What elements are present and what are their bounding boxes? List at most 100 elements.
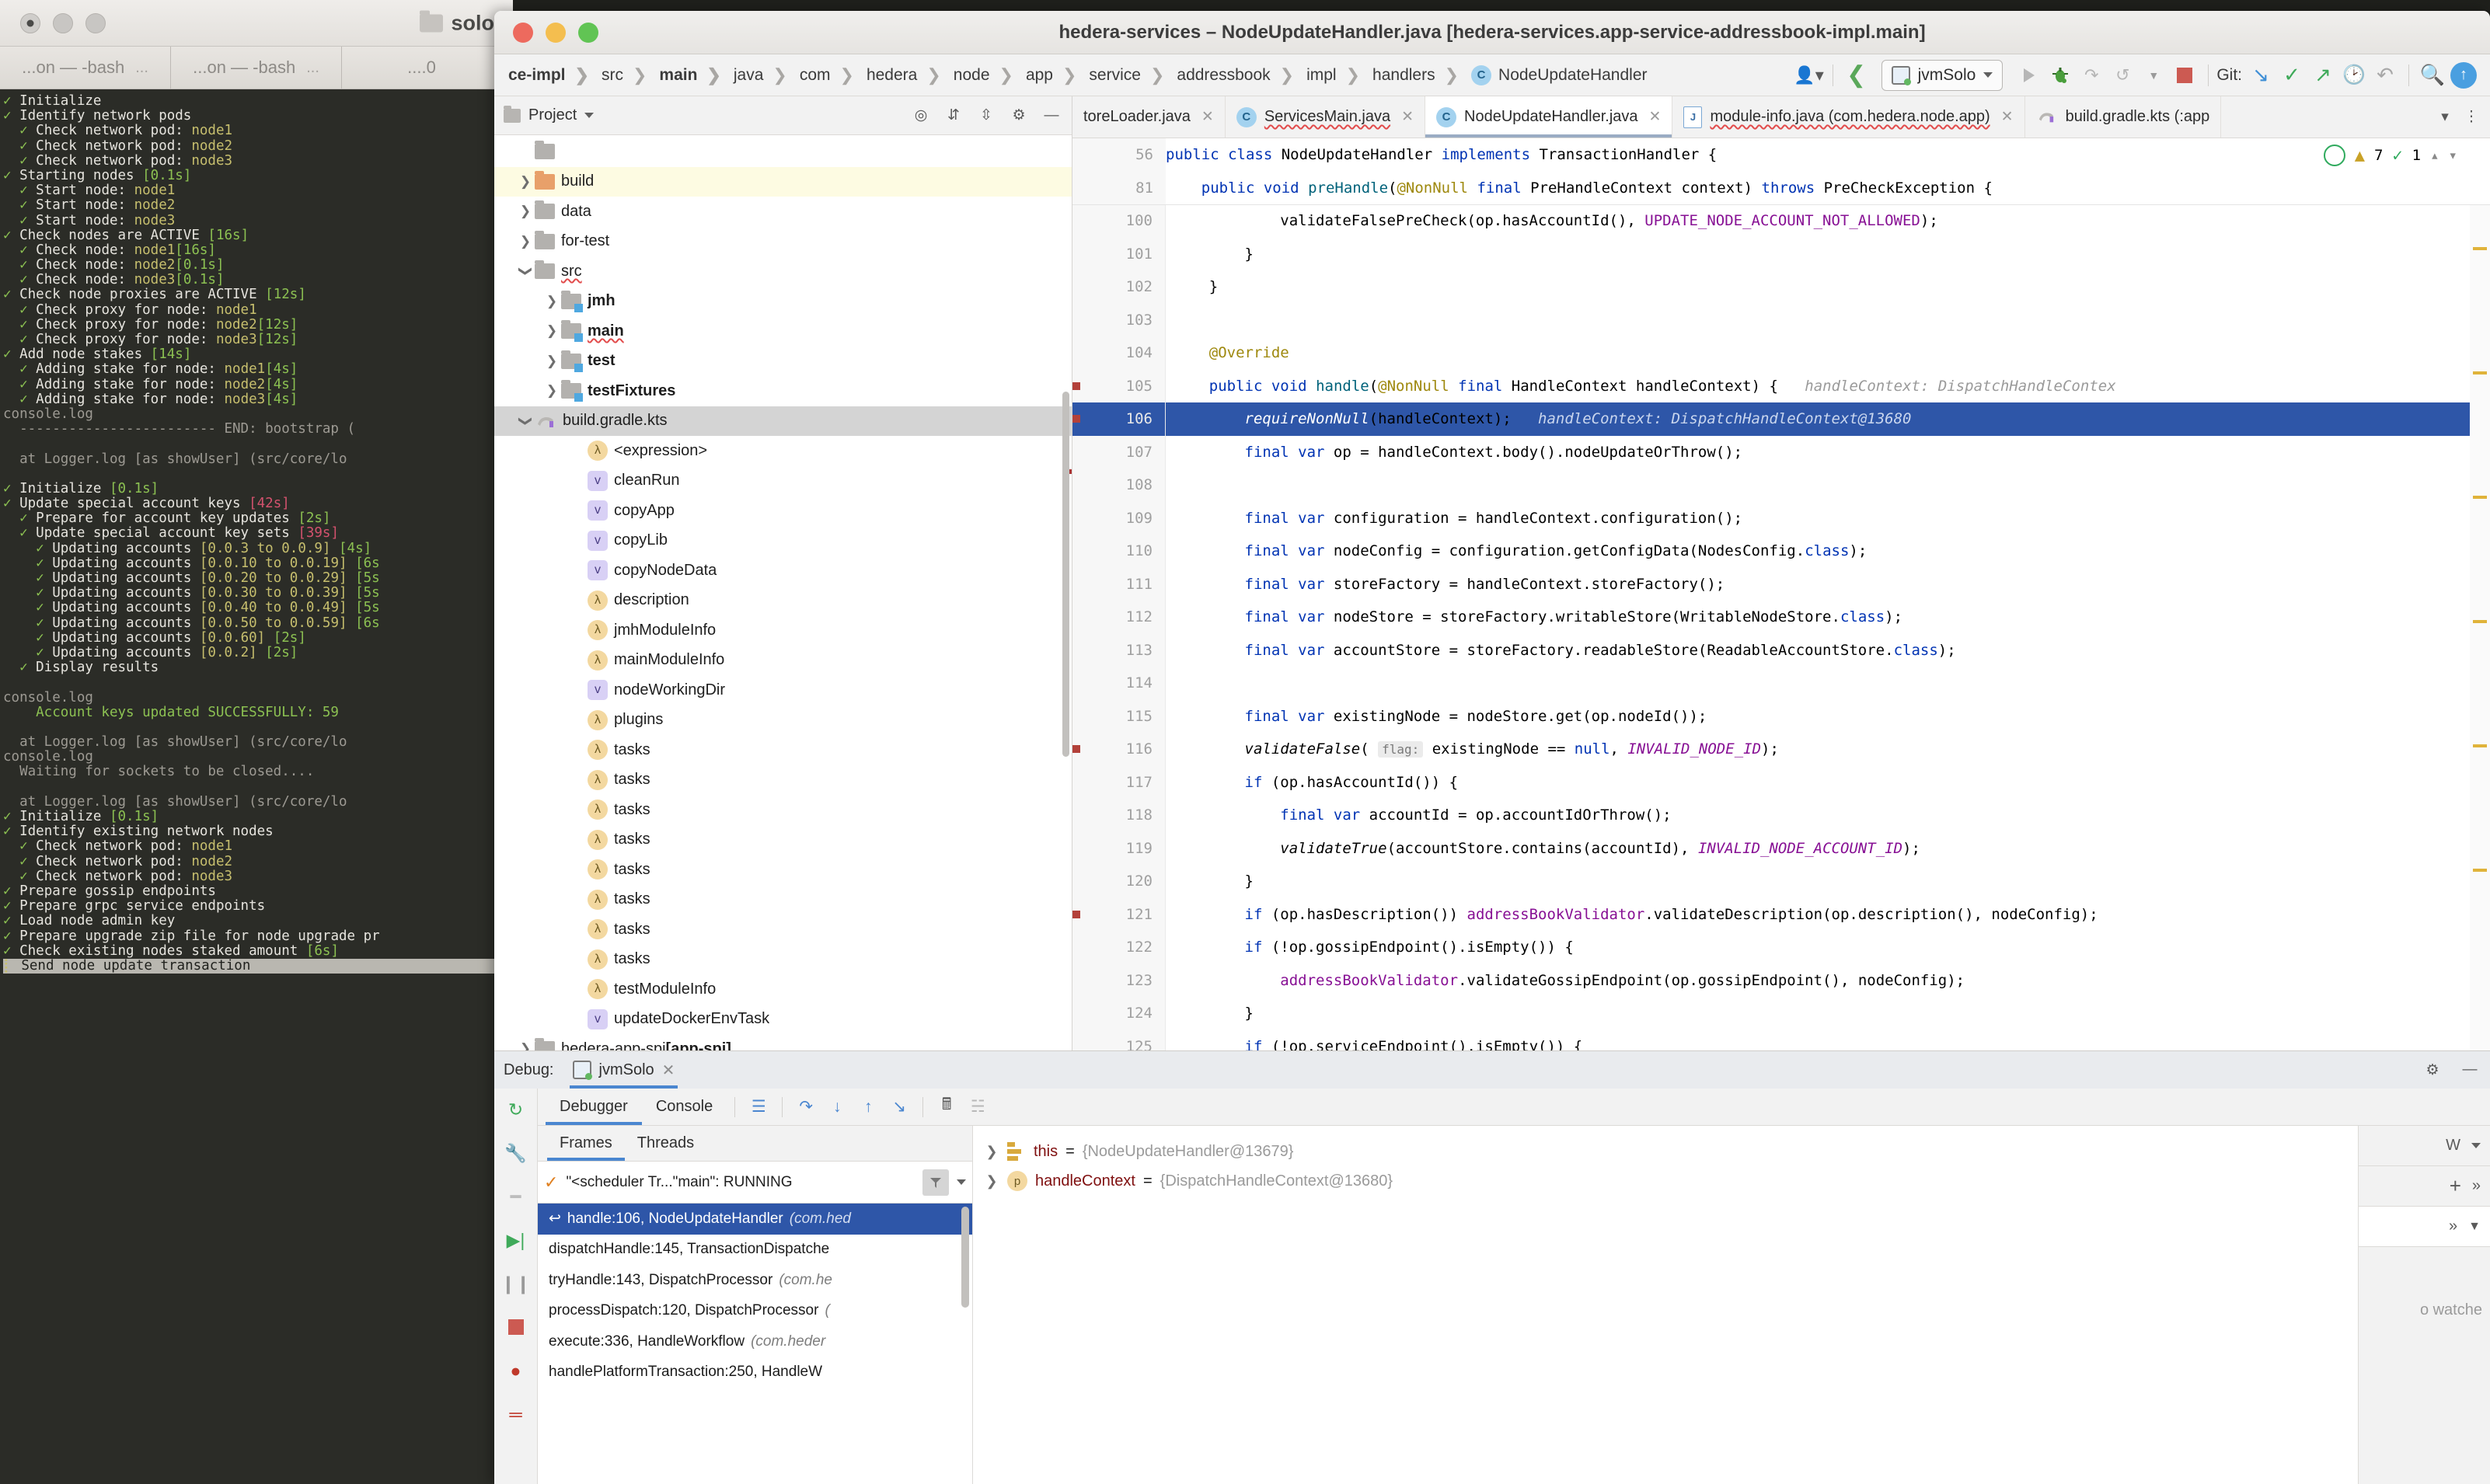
terminal-maximize-button[interactable] [85, 13, 106, 33]
stack-frame[interactable]: tryHandle:143, DispatchProcessor (com.he [538, 1265, 972, 1296]
editor-tab-toreLoader.java[interactable]: toreLoader.java✕ [1072, 96, 1226, 138]
call-stack-frames[interactable]: ↩handle:106, NodeUpdateHandler (com.hedd… [538, 1204, 972, 1484]
chevron-down-icon[interactable]: ❯ [518, 262, 533, 280]
terminal-tab-menu-icon[interactable]: ... [135, 59, 148, 77]
step-out-icon[interactable]: ↑ [853, 1093, 884, 1121]
settings-wrench-icon[interactable]: 🔧 [503, 1140, 529, 1166]
chevron-right-icon[interactable]: ❯ [516, 174, 535, 190]
tree-item-tasks[interactable]: λtasks [494, 735, 1072, 765]
line-number[interactable]: 110 [1072, 535, 1165, 568]
breadcrumb-item-com[interactable]: com❯ [793, 65, 860, 85]
step-over-icon[interactable]: ↷ [790, 1093, 821, 1121]
tree-item-src[interactable]: ❯src [494, 256, 1072, 287]
code-line[interactable] [1166, 667, 2490, 700]
chevron-right-icon[interactable]: ❯ [542, 383, 561, 399]
close-icon[interactable]: ✕ [1649, 108, 1662, 126]
close-icon[interactable]: ✕ [2001, 108, 2014, 126]
debug-session-tab[interactable]: jvmSolo ✕ [563, 1051, 685, 1089]
add-watch-icon[interactable]: + [2450, 1174, 2461, 1198]
tree-item-tasks[interactable]: λtasks [494, 765, 1072, 796]
line-number[interactable]: 111 [1072, 568, 1165, 601]
tree-item-plugins[interactable]: λplugins [494, 705, 1072, 736]
tree-item-testFixtures[interactable]: ❯testFixtures [494, 376, 1072, 406]
breadcrumb-current-class[interactable]: C NodeUpdateHandler [1465, 65, 1653, 85]
line-number[interactable]: 116 [1072, 733, 1165, 766]
run-icon[interactable] [2014, 60, 2045, 91]
line-number[interactable]: 115 [1072, 700, 1165, 733]
tree-item-main[interactable]: ❯main [494, 316, 1072, 347]
debug-actions-sidebar[interactable]: ↻ 🔧 ━ ▶| ❙❙ ● ═ [494, 1089, 538, 1484]
breadcrumb-item-handlers[interactable]: handlers❯ [1366, 65, 1465, 85]
tree-item--expression-[interactable]: λ<expression> [494, 436, 1072, 466]
chevron-right-icon[interactable]: ❯ [516, 234, 535, 249]
project-tree[interactable]: ❯build❯data❯for-test❯src❯jmh❯main❯test❯t… [494, 135, 1072, 1094]
stack-frame[interactable]: execute:336, HandleWorkflow (com.heder [538, 1326, 972, 1357]
tab-frames[interactable]: Frames [547, 1126, 625, 1161]
terminal-tab-bar[interactable]: ...on — -bash......on — -bash.......0 [0, 47, 513, 89]
thread-selector[interactable]: ✓ "<scheduler Tr..."main": RUNNING [538, 1162, 972, 1204]
tree-item-mainModuleInfo[interactable]: λmainModuleInfo [494, 646, 1072, 676]
line-number[interactable]: 106 [1072, 402, 1165, 436]
stop-icon[interactable] [503, 1314, 529, 1340]
tree-item-tasks[interactable]: λtasks [494, 795, 1072, 825]
chevron-down-icon[interactable]: ▾ [2449, 147, 2457, 164]
breadcrumb-item-hedera[interactable]: hedera❯ [860, 65, 947, 85]
line-number[interactable]: 124 [1072, 997, 1165, 1030]
inspection-widget[interactable]: ▲ 7 ✓ 1 ▴ ▾ [2324, 145, 2457, 166]
updates-icon[interactable]: ↑ [2448, 60, 2479, 91]
code-line[interactable]: public void handle(@NonNull final Handle… [1166, 370, 2490, 403]
line-number[interactable]: 118 [1072, 799, 1165, 832]
line-number[interactable]: 102 [1072, 270, 1165, 304]
run-to-cursor-icon[interactable]: ↘ [884, 1093, 915, 1121]
search-icon[interactable]: 🔍 [2417, 60, 2448, 91]
back-arrow-icon[interactable]: ❮ [1841, 60, 1872, 91]
code-line[interactable]: validateTrue(accountStore.contains(accou… [1166, 832, 2490, 866]
line-number[interactable]: 108 [1072, 469, 1165, 502]
tree-item-copyLib[interactable]: vcopyLib [494, 526, 1072, 556]
step-into-icon[interactable]: ↓ [821, 1093, 853, 1121]
code-line[interactable] [1166, 469, 2490, 502]
line-number[interactable]: 105 [1072, 370, 1165, 403]
line-number[interactable]: 117 [1072, 766, 1165, 799]
stack-frame[interactable]: dispatchHandle:145, TransactionDispatche [538, 1235, 972, 1266]
variables-pane[interactable]: ❯this = {NodeUpdateHandler@13679}❯phandl… [973, 1126, 2358, 1484]
git-push-icon[interactable]: ↗ [2307, 60, 2338, 91]
tree-item-tasks[interactable]: λtasks [494, 885, 1072, 915]
tree-item-tasks[interactable]: λtasks [494, 825, 1072, 855]
editor-tab-ServicesMain.java[interactable]: CServicesMain.java✕ [1226, 96, 1425, 138]
frames-scrollbar[interactable] [961, 1207, 969, 1308]
breadcrumb-item-app[interactable]: app❯ [1020, 65, 1083, 85]
tab-debugger[interactable]: Debugger [546, 1089, 642, 1125]
breakpoints-icon[interactable]: ● [503, 1357, 529, 1384]
stop-icon[interactable] [2169, 60, 2200, 91]
breadcrumb-item-node[interactable]: node❯ [947, 65, 1020, 85]
chevron-down-icon[interactable]: ▼ [2138, 60, 2169, 91]
code-line[interactable]: final var configuration = handleContext.… [1166, 502, 2490, 535]
code-line[interactable]: } [1166, 997, 2490, 1030]
line-number[interactable]: 121 [1072, 898, 1165, 932]
chevron-right-icon[interactable]: ❯ [542, 323, 561, 339]
tree-item-tasks[interactable]: λtasks [494, 945, 1072, 975]
navigation-breadcrumb-bar[interactable]: ce-impl❯src❯main❯java❯com❯hedera❯node❯ap… [494, 54, 2490, 96]
code-line[interactable]: final var storeFactory = handleContext.s… [1166, 568, 2490, 601]
watches-header[interactable]: W [2359, 1126, 2490, 1166]
tree-item-tasks[interactable]: λtasks [494, 855, 1072, 885]
code-line[interactable]: if (!op.gossipEndpoint().isEmpty()) { [1166, 931, 2490, 964]
ide-close-button[interactable] [513, 23, 533, 43]
more-options-icon[interactable]: ⋮ [2460, 106, 2482, 128]
mute-breakpoints-icon[interactable]: ═ [503, 1401, 529, 1427]
debug-icon[interactable] [2045, 60, 2076, 91]
tab-threads[interactable]: Threads [625, 1126, 706, 1161]
code-line[interactable]: final var accountId = op.accountIdOrThro… [1166, 799, 2490, 832]
tree-item-build[interactable]: ❯build [494, 167, 1072, 197]
git-rollback-icon[interactable]: ↶ [2370, 60, 2401, 91]
breakpoint-marker[interactable] [1072, 745, 1080, 753]
chevron-down-icon[interactable]: ▾ [2434, 106, 2456, 128]
settings-icon[interactable]: ☵ [962, 1093, 993, 1121]
breadcrumb-item-addressbook[interactable]: addressbook❯ [1170, 65, 1300, 85]
breadcrumb-item-src[interactable]: src❯ [595, 65, 653, 85]
line-number[interactable]: 120 [1072, 865, 1165, 898]
code-area[interactable]: ▲ 7 ✓ 1 ▴ ▾ validateFalsePreCheck(op.has… [1166, 138, 2490, 1094]
editor-scrollbar[interactable] [2470, 138, 2490, 1094]
watches-toolbar[interactable]: + » [2359, 1166, 2490, 1207]
